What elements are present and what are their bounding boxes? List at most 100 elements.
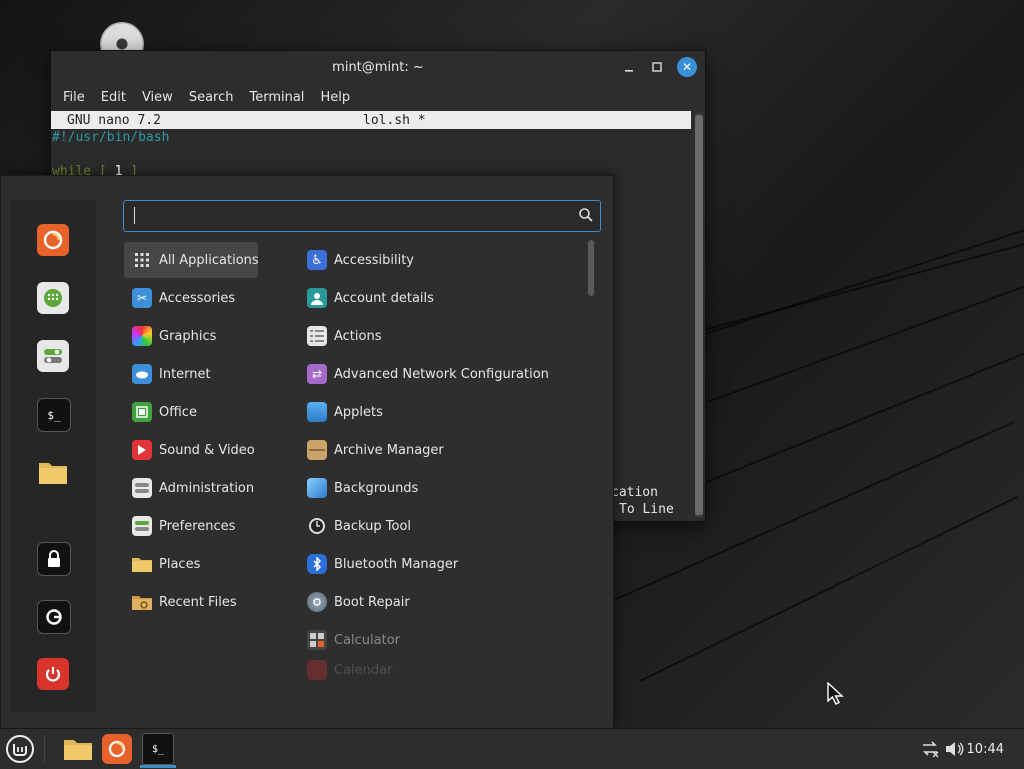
files-launcher-icon[interactable] bbox=[62, 733, 94, 765]
category-office[interactable]: Office bbox=[124, 394, 258, 430]
menu-edit[interactable]: Edit bbox=[93, 90, 134, 105]
app-account-details[interactable]: Account details bbox=[299, 280, 569, 316]
category-all-applications[interactable]: All Applications bbox=[124, 242, 259, 278]
code-line-shebang: #!/usr/bin/bash bbox=[52, 130, 170, 145]
app-label: Calculator bbox=[334, 632, 401, 648]
boot-repair-icon bbox=[307, 592, 327, 612]
administration-icon bbox=[132, 478, 152, 498]
category-label: Sound & Video bbox=[159, 442, 255, 458]
nano-filename: lol.sh * bbox=[363, 112, 426, 128]
app-archive-manager[interactable]: Archive Manager bbox=[299, 432, 569, 468]
power-icon[interactable] bbox=[37, 658, 69, 690]
mint-menu-icon[interactable] bbox=[4, 733, 36, 765]
menu-help[interactable]: Help bbox=[312, 90, 358, 105]
terminal-title: mint@mint: ~ bbox=[332, 59, 424, 75]
category-label: Administration bbox=[159, 480, 255, 496]
category-accessories[interactable]: ✂ Accessories bbox=[124, 280, 258, 316]
maximize-icon[interactable] bbox=[647, 57, 667, 77]
terminal-titlebar[interactable]: mint@mint: ~ ✕ bbox=[51, 51, 705, 83]
terminal-launcher-icon[interactable]: $_ bbox=[142, 733, 174, 765]
app-label: Boot Repair bbox=[334, 594, 410, 610]
category-label: Places bbox=[159, 556, 201, 572]
app-applets[interactable]: Applets bbox=[299, 394, 569, 430]
clock[interactable]: 10:44 bbox=[967, 729, 1004, 769]
sound-video-icon bbox=[132, 440, 152, 460]
search-input[interactable] bbox=[123, 200, 601, 232]
app-advanced-network-configuration[interactable]: ⇄ Advanced Network Configuration bbox=[299, 356, 569, 392]
archive-icon bbox=[307, 440, 327, 460]
category-label: All Applications bbox=[159, 252, 259, 268]
app-calendar[interactable]: Calendar bbox=[299, 660, 569, 680]
nano-shortcut-fragment-1: cation bbox=[611, 485, 658, 500]
category-label: Recent Files bbox=[159, 594, 237, 610]
app-boot-repair[interactable]: Boot Repair bbox=[299, 584, 569, 620]
app-actions[interactable]: Actions bbox=[299, 318, 569, 354]
grid-icon bbox=[132, 250, 152, 270]
network-icon[interactable] bbox=[920, 729, 940, 769]
app-label: Advanced Network Configuration bbox=[334, 366, 549, 382]
app-label: Applets bbox=[334, 404, 383, 420]
category-recent-files[interactable]: Recent Files bbox=[124, 584, 258, 620]
category-graphics[interactable]: Graphics bbox=[124, 318, 258, 354]
graphics-icon bbox=[132, 326, 152, 346]
app-label: Backup Tool bbox=[334, 518, 412, 534]
calendar-icon bbox=[307, 660, 327, 680]
folder-icon bbox=[132, 554, 152, 574]
accessibility-icon: ♿ bbox=[307, 250, 327, 270]
preferences-icon bbox=[132, 516, 152, 536]
nano-header: GNU nano 7.2 lol.sh * bbox=[51, 111, 691, 129]
category-administration[interactable]: Administration bbox=[124, 470, 258, 506]
menu-view[interactable]: View bbox=[134, 90, 181, 105]
app-label: Accessibility bbox=[334, 252, 414, 268]
category-label: Graphics bbox=[159, 328, 217, 344]
minimize-icon[interactable] bbox=[619, 57, 639, 77]
actions-icon bbox=[307, 326, 327, 346]
volume-icon[interactable] bbox=[944, 729, 964, 769]
backup-icon bbox=[307, 516, 327, 536]
close-icon[interactable]: ✕ bbox=[677, 57, 697, 77]
app-label: Archive Manager bbox=[334, 442, 444, 458]
nano-shortcut-fragment-2: To Line bbox=[619, 502, 674, 517]
menu-file[interactable]: File bbox=[55, 90, 93, 105]
logout-icon[interactable] bbox=[37, 600, 71, 634]
nano-version: GNU nano 7.2 bbox=[67, 112, 161, 128]
system-settings-icon[interactable] bbox=[37, 340, 69, 372]
calculator-icon bbox=[307, 630, 327, 650]
firefox-launcher-icon[interactable] bbox=[102, 734, 132, 764]
software-manager-icon[interactable] bbox=[37, 282, 69, 314]
app-label: Backgrounds bbox=[334, 480, 419, 496]
firefox-icon[interactable] bbox=[37, 224, 69, 256]
category-places[interactable]: Places bbox=[124, 546, 258, 582]
category-sound-video[interactable]: Sound & Video bbox=[124, 432, 258, 468]
network-config-icon: ⇄ bbox=[307, 364, 327, 384]
lock-screen-icon[interactable] bbox=[37, 542, 71, 576]
category-preferences[interactable]: Preferences bbox=[124, 508, 258, 544]
files-icon[interactable] bbox=[37, 456, 69, 488]
office-icon bbox=[132, 402, 152, 422]
accessories-icon: ✂ bbox=[132, 288, 152, 308]
text-caret bbox=[134, 207, 135, 224]
taskbar-separator bbox=[44, 735, 45, 763]
app-label: Actions bbox=[334, 328, 382, 344]
application-menu: $_ All Applications ✂ Accessories Graphi… bbox=[0, 175, 614, 729]
menu-scrollbar-thumb[interactable] bbox=[588, 240, 594, 296]
app-backup-tool[interactable]: Backup Tool bbox=[299, 508, 569, 544]
mouse-cursor-icon bbox=[827, 682, 844, 705]
backgrounds-icon bbox=[307, 478, 327, 498]
app-label: Bluetooth Manager bbox=[334, 556, 459, 572]
terminal-icon[interactable]: $_ bbox=[37, 398, 71, 432]
app-bluetooth-manager[interactable]: Bluetooth Manager bbox=[299, 546, 569, 582]
app-backgrounds[interactable]: Backgrounds bbox=[299, 470, 569, 506]
terminal-scrollbar-thumb[interactable] bbox=[695, 115, 703, 515]
app-calculator[interactable]: Calculator bbox=[299, 622, 569, 658]
bluetooth-icon bbox=[307, 554, 327, 574]
category-label: Accessories bbox=[159, 290, 236, 306]
app-accessibility[interactable]: ♿ Accessibility bbox=[299, 242, 569, 278]
recent-files-icon bbox=[132, 592, 152, 612]
menu-search[interactable]: Search bbox=[181, 90, 242, 105]
account-icon bbox=[307, 288, 327, 308]
menu-terminal[interactable]: Terminal bbox=[241, 90, 312, 105]
category-label: Preferences bbox=[159, 518, 236, 534]
category-internet[interactable]: Internet bbox=[124, 356, 258, 392]
search-icon bbox=[578, 207, 594, 227]
